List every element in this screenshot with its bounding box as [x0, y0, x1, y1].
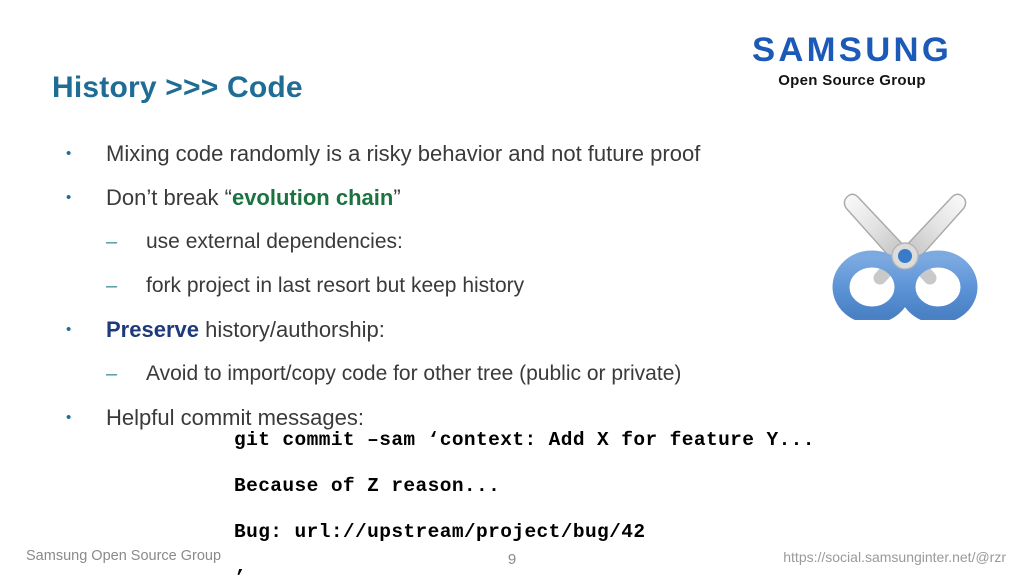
bullet-marker-icon: •: [66, 145, 72, 162]
bullet-text: use external dependencies:: [146, 230, 403, 253]
bullet-marker-icon: •: [66, 321, 72, 338]
bullet-list: • Mixing code randomly is a risky behavio…: [60, 132, 870, 440]
highlighted-text-run: evolution chain: [231, 185, 394, 210]
samsung-wordmark: SAMSUNG: [751, 31, 953, 69]
slide: History >>> Code SAMSUNG Open Source Gro…: [0, 0, 1024, 576]
text-run: use external dependencies:: [146, 230, 403, 253]
bullet-text: Preserve history/authorship:: [106, 317, 385, 342]
dash-marker-icon: –: [106, 275, 118, 297]
text-run: Mixing code randomly is a risky behavior…: [106, 141, 701, 166]
scissors-icon: [830, 186, 980, 324]
bullet-text: Mixing code randomly is a risky behavior…: [106, 141, 700, 166]
highlighted-text-run: Preserve: [106, 317, 199, 342]
samsung-open-source-group-logo: SAMSUNG Open Source Group: [722, 33, 982, 88]
code-line: Because of Z reason...: [234, 475, 501, 497]
text-run: history/authorship:: [198, 317, 385, 342]
sub-bullet-item: – fork project in last resort but keep hi…: [60, 264, 870, 308]
bullet-item: • Don’t break “evolution chain”: [60, 176, 870, 220]
text-run: ”: [393, 185, 401, 210]
text-run: Avoid to import/copy code for other tree…: [146, 362, 682, 385]
dash-marker-icon: –: [106, 231, 118, 253]
bullet-item: • Preserve history/authorship:: [60, 308, 870, 352]
bullet-text: Avoid to import/copy code for other tree…: [146, 362, 681, 385]
bullet-marker-icon: •: [66, 409, 72, 426]
bullet-marker-icon: •: [66, 189, 72, 206]
bullet-text: Don’t break “evolution chain”: [106, 185, 401, 210]
text-run: fork project in last resort but keep his…: [146, 274, 525, 297]
bullet-item: • Mixing code randomly is a risky behavio…: [60, 132, 870, 176]
text-run: Don’t break “: [106, 185, 232, 210]
dash-marker-icon: –: [106, 363, 118, 385]
sub-bullet-item: – Avoid to import/copy code for other tre…: [60, 352, 870, 396]
page-title: History >>> Code: [52, 71, 303, 105]
footer-url[interactable]: https://social.samsunginter.net/@rzr: [783, 549, 1006, 565]
sub-bullet-item: – use external dependencies:: [60, 220, 870, 264]
code-line: git commit –sam ‘context: Add X for feat…: [234, 429, 815, 451]
open-source-group-label: Open Source Group: [778, 72, 926, 89]
bullet-text: fork project in last resort but keep his…: [146, 274, 524, 297]
